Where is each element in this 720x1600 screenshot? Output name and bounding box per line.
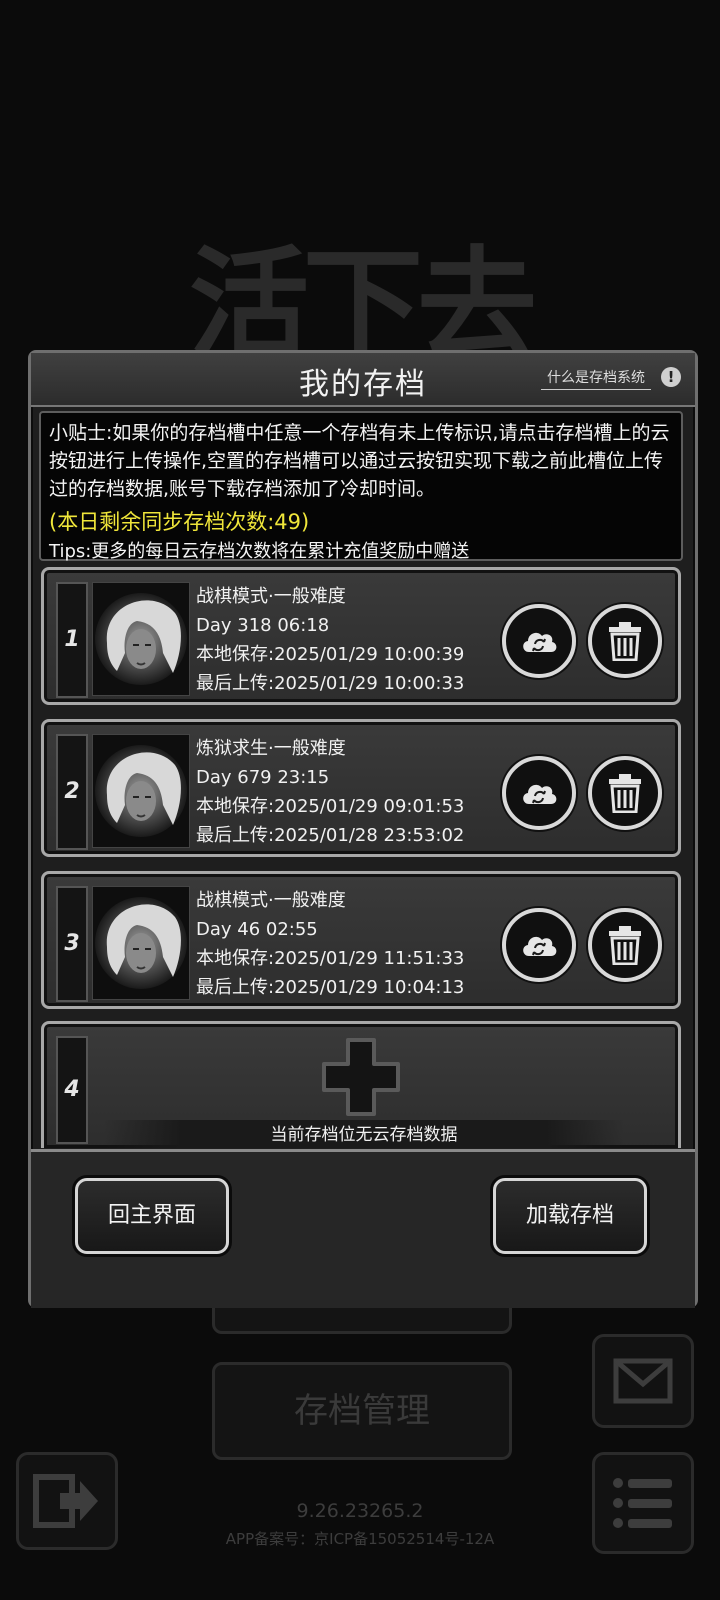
cloud-sync-button[interactable] bbox=[502, 908, 576, 982]
dialog-footer: 回主界面 加载存档 bbox=[31, 1149, 695, 1308]
slot-local-save: 本地保存:2025/01/29 09:01:53 bbox=[196, 796, 465, 817]
plus-icon[interactable] bbox=[320, 1036, 402, 1118]
slot-info: 炼狱求生·一般难度 Day 679 23:15 本地保存:2025/01/29 … bbox=[196, 734, 464, 850]
cloud-sync-button[interactable] bbox=[502, 604, 576, 678]
load-save-button[interactable]: 加载存档 bbox=[493, 1178, 647, 1254]
delete-button[interactable] bbox=[588, 908, 662, 982]
slot-local-save: 本地保存:2025/01/29 10:00:39 bbox=[196, 644, 465, 665]
dialog-header: 我的存档 什么是存档系统 ! bbox=[31, 353, 695, 407]
portrait-art bbox=[95, 897, 187, 989]
save-manage-button[interactable]: 存档管理 bbox=[212, 1362, 512, 1460]
slot-mode: 战棋模式·一般难度 bbox=[196, 586, 346, 607]
slot-day: Day 318 06:18 bbox=[196, 615, 330, 636]
sync-count-text: (本日剩余同步存档次数:49) bbox=[49, 510, 310, 534]
tips-extra-text: Tips:更多的每日云存档次数将在累计充值奖励中赠送 bbox=[49, 541, 470, 562]
character-portrait bbox=[92, 734, 190, 848]
cloud-icon bbox=[523, 936, 557, 956]
tips-text: 小贴士:如果你的存档槽中任意一个存档有未上传标识,请点击存档槽上的云按钮进行上传… bbox=[49, 422, 670, 500]
slot-number: 1 bbox=[56, 582, 88, 698]
slot-local-save: 本地保存:2025/01/29 11:51:33 bbox=[196, 948, 465, 969]
portrait-art bbox=[95, 593, 187, 685]
version-label: 9.26.23265.2 bbox=[296, 1500, 424, 1522]
icp-label: APP备案号：京ICP备15052514号-12A bbox=[225, 1530, 495, 1548]
mail-icon[interactable] bbox=[592, 1334, 694, 1428]
empty-save-slot[interactable]: 4 当前存档位无云存档数据 bbox=[41, 1021, 681, 1148]
character-portrait bbox=[92, 582, 190, 696]
slot-last-upload: 最后上传:2025/01/29 10:00:33 bbox=[196, 673, 465, 694]
portrait-art bbox=[95, 745, 187, 837]
slot-info: 战棋模式·一般难度 Day 46 02:55 本地保存:2025/01/29 1… bbox=[196, 886, 464, 1002]
save-slot[interactable]: 2 炼狱求生·一般难度 Day 679 23:15 本地保存:2025/01/2… bbox=[41, 719, 681, 857]
character-portrait bbox=[92, 886, 190, 1000]
slot-day: Day 46 02:55 bbox=[196, 919, 318, 940]
slot-mode: 炼狱求生·一般难度 bbox=[196, 738, 346, 759]
cloud-icon bbox=[523, 632, 557, 652]
back-to-main-button[interactable]: 回主界面 bbox=[75, 1178, 229, 1254]
save-slot[interactable]: 1 战棋模式·一般难度 Day 318 06:18 本地保存:2025/01/2… bbox=[41, 567, 681, 705]
slot-last-upload: 最后上传:2025/01/29 10:04:13 bbox=[196, 977, 465, 998]
slot-number: 3 bbox=[56, 886, 88, 1002]
slot-number: 4 bbox=[56, 1036, 88, 1144]
tips-panel: 小贴士:如果你的存档槽中任意一个存档有未上传标识,请点击存档槽上的云按钮进行上传… bbox=[39, 411, 683, 562]
info-icon[interactable]: ! bbox=[661, 367, 681, 387]
save-slot[interactable]: 3 战棋模式·一般难度 Day 46 02:55 本地保存:2025/01/29… bbox=[41, 871, 681, 1009]
trash-icon bbox=[609, 622, 641, 661]
slot-mode: 战棋模式·一般难度 bbox=[196, 890, 346, 911]
delete-button[interactable] bbox=[588, 756, 662, 830]
delete-button[interactable] bbox=[588, 604, 662, 678]
trash-icon bbox=[609, 926, 641, 965]
cloud-sync-button[interactable] bbox=[502, 756, 576, 830]
slot-info: 战棋模式·一般难度 Day 318 06:18 本地保存:2025/01/29 … bbox=[196, 582, 464, 698]
help-link[interactable]: 什么是存档系统 bbox=[541, 367, 651, 390]
slot-number: 2 bbox=[56, 734, 88, 850]
empty-slot-text: 当前存档位无云存档数据 bbox=[104, 1120, 624, 1148]
slot-last-upload: 最后上传:2025/01/28 23:53:02 bbox=[196, 825, 465, 846]
cloud-icon bbox=[523, 784, 557, 804]
save-dialog: 我的存档 什么是存档系统 ! 小贴士:如果你的存档槽中任意一个存档有未上传标识,… bbox=[28, 350, 698, 1308]
slot-day: Day 679 23:15 bbox=[196, 767, 330, 788]
trash-icon bbox=[609, 774, 641, 813]
